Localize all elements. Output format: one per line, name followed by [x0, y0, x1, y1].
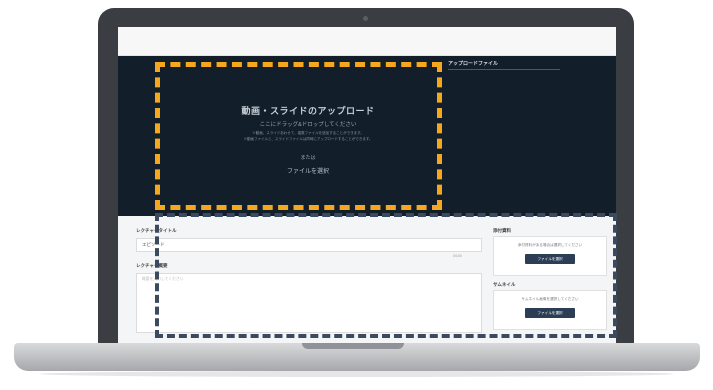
uploaded-files-divider [448, 69, 560, 70]
browser-top-bar [118, 27, 616, 56]
uploaded-files-label: アップロードファイル [448, 61, 499, 67]
laptop-shadow [40, 371, 674, 377]
upload-area-highlight [155, 62, 442, 210]
webcam-dot [363, 16, 368, 21]
laptop-notch [302, 343, 404, 349]
form-area-highlight [155, 213, 617, 338]
